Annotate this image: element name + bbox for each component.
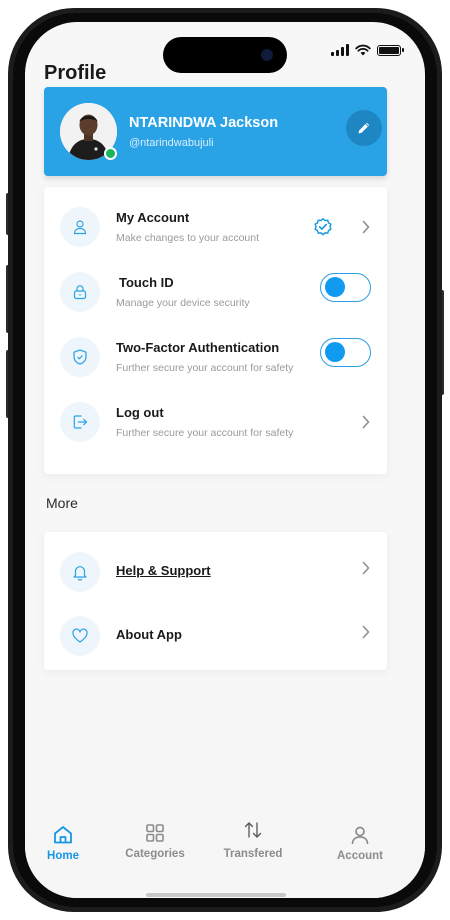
logout-subtitle: Further secure your account for safety xyxy=(116,427,294,439)
toggle-knob xyxy=(325,342,345,362)
edit-profile-button[interactable] xyxy=(346,110,382,146)
more-card: Help & Support About App xyxy=(44,532,387,670)
heart-icon xyxy=(60,616,100,656)
chevron-right-icon xyxy=(362,415,370,429)
bottom-tab-bar: Home Categories Transfered Account xyxy=(25,812,425,898)
two-factor-subtitle: Further secure your account for safety xyxy=(116,362,294,374)
transfer-arrows-icon xyxy=(244,822,262,838)
chevron-right-icon xyxy=(362,220,370,234)
two-factor-label: Two-Factor Authentication xyxy=(116,340,280,355)
two-factor-row: Two-Factor Authentication Further secure… xyxy=(44,333,387,391)
profile-name: NTARINDWA Jackson xyxy=(129,115,279,131)
tab-account[interactable]: Account xyxy=(320,822,400,862)
chevron-right-icon xyxy=(362,625,370,639)
home-icon xyxy=(54,826,72,844)
verified-badge-icon xyxy=(314,217,332,236)
tab-categories-label: Categories xyxy=(125,848,185,860)
help-support-label: Help & Support xyxy=(116,563,211,578)
signal-icon xyxy=(331,44,349,56)
logout-row[interactable]: Log out Further secure your account for … xyxy=(44,398,387,456)
page-title: Profile xyxy=(44,62,107,84)
logout-icon xyxy=(60,402,100,442)
tab-transfered-label: Transfered xyxy=(223,848,283,860)
touch-id-row: Touch ID Manage your device security xyxy=(44,268,387,326)
camera-icon xyxy=(261,49,273,61)
app-screen: Profile NTARINDWA Jackson @ntarindwabuju… xyxy=(25,22,425,898)
profile-card[interactable]: NTARINDWA Jackson @ntarindwabujuli xyxy=(44,87,387,176)
tab-home[interactable]: Home xyxy=(25,822,103,862)
wifi-icon xyxy=(355,44,371,56)
dynamic-island xyxy=(163,37,287,73)
tab-account-label: Account xyxy=(337,850,383,862)
two-factor-toggle[interactable] xyxy=(320,338,371,367)
account-settings-card: My Account Make changes to your account … xyxy=(44,187,387,474)
bell-icon xyxy=(60,552,100,592)
grid-icon xyxy=(146,824,164,842)
help-support-row[interactable]: Help & Support xyxy=(44,548,387,606)
about-app-label: About App xyxy=(116,627,182,642)
toggle-knob xyxy=(325,277,345,297)
status-bar xyxy=(331,44,404,56)
chevron-right-icon xyxy=(362,561,370,575)
tab-categories[interactable]: Categories xyxy=(115,820,195,860)
home-indicator xyxy=(146,893,286,897)
tab-home-label: Home xyxy=(47,850,79,862)
more-section-title: More xyxy=(46,495,78,511)
touch-id-subtitle: Manage your device security xyxy=(116,297,250,309)
touch-id-label: Touch ID xyxy=(119,275,174,290)
user-icon xyxy=(60,207,100,247)
my-account-subtitle: Make changes to your account xyxy=(116,232,260,244)
person-icon xyxy=(351,826,369,845)
lock-icon xyxy=(60,272,100,312)
touch-id-toggle[interactable] xyxy=(320,273,371,302)
battery-icon xyxy=(377,44,404,56)
pencil-icon xyxy=(358,122,370,134)
my-account-row[interactable]: My Account Make changes to your account xyxy=(44,203,387,261)
logout-label: Log out xyxy=(116,405,164,420)
my-account-label: My Account xyxy=(116,210,190,225)
shield-icon xyxy=(60,337,100,377)
online-status-indicator xyxy=(104,147,117,160)
about-app-row[interactable]: About App xyxy=(44,612,387,670)
tab-transfered[interactable]: Transfered xyxy=(213,814,293,860)
profile-handle: @ntarindwabujuli xyxy=(129,137,214,149)
